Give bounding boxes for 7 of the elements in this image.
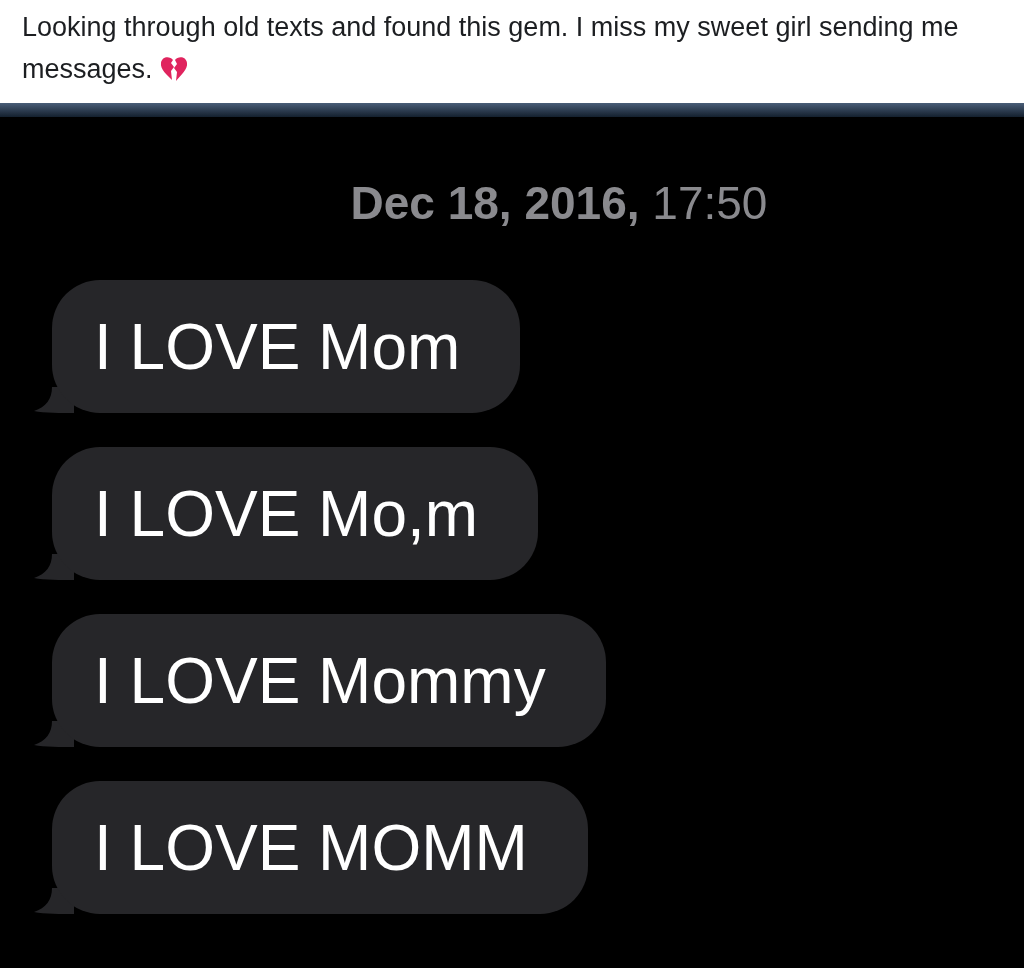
message-bubble: I LOVE Mommy xyxy=(52,614,606,747)
message-bubble: I LOVE Mom xyxy=(52,280,521,413)
message-bubble: I LOVE Mo,m xyxy=(52,447,539,580)
message-bubble: I LOVE MOMM xyxy=(52,781,588,914)
broken-heart-icon xyxy=(160,56,189,82)
post-caption: Looking through old texts and found this gem. I miss my sweet girl sending me messages. xyxy=(22,11,960,86)
message-timestamp: Dec 18, 2016, 17:50 xyxy=(350,176,768,231)
